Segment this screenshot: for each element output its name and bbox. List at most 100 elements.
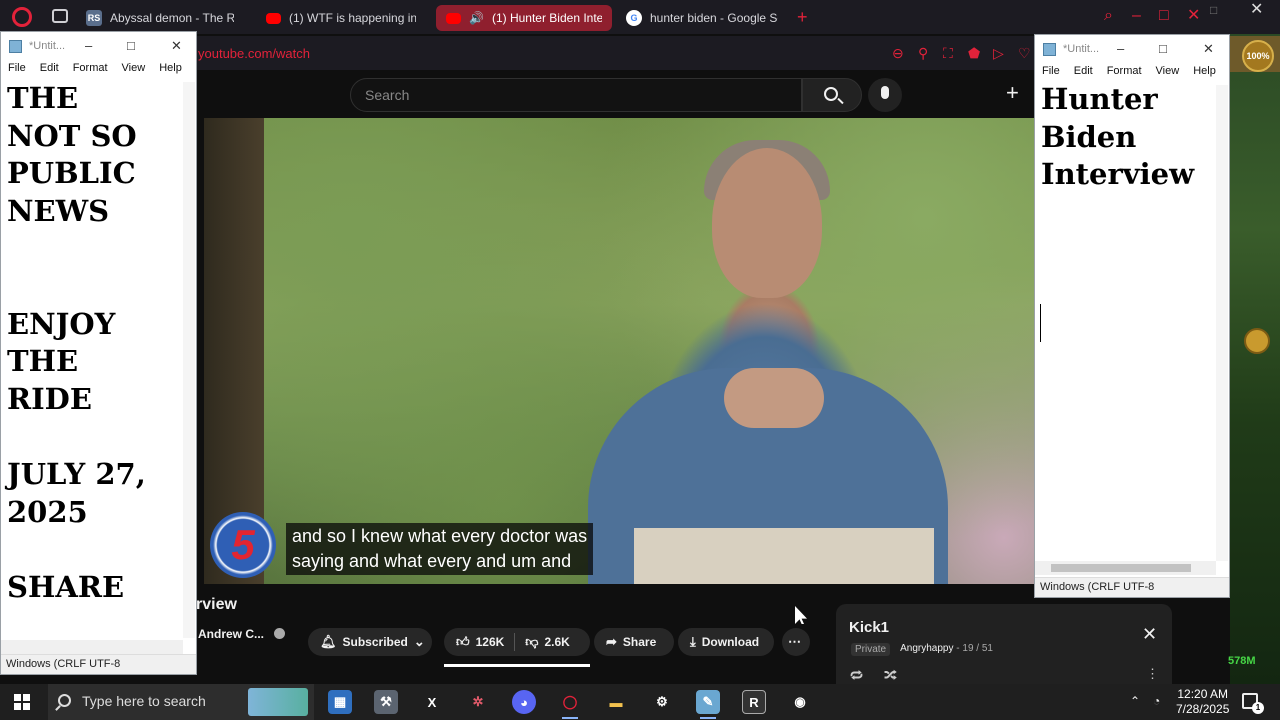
wifi-icon[interactable]: ◔	[1153, 694, 1160, 708]
zoom-out-icon[interactable]: ⊖	[892, 46, 904, 60]
like-count[interactable]: 126K	[476, 635, 505, 649]
playlist-title[interactable]: Kick1	[849, 619, 889, 636]
tray-chevron-up-icon[interactable]: ⌃	[1130, 694, 1140, 708]
calculator-app-icon[interactable]: ▦	[328, 690, 352, 714]
tab-youtube-hunter-biden[interactable]: 🔊 (1) Hunter Biden Interv	[436, 5, 612, 31]
youtube-search-input[interactable]: Search	[350, 78, 802, 112]
heart-icon[interactable]: ♡	[1018, 46, 1031, 60]
playlist-owner[interactable]: Angryhappy	[900, 643, 953, 654]
caption-line-2: saying and what every and um and	[292, 551, 572, 571]
notepad-right-horizontal-scrollbar[interactable]	[1035, 561, 1216, 575]
playlist-privacy: Private	[851, 643, 891, 656]
file-explorer-app-icon[interactable]: ▬	[604, 690, 628, 714]
notepad-app-icon[interactable]: ✎	[696, 690, 720, 719]
game-orb-icon[interactable]	[1244, 328, 1270, 354]
notepad-left-status: Windows (CRLF UTF-8	[1, 654, 196, 674]
notepad-left-titlebar: *Untit... – □ ✕	[1, 32, 196, 62]
xtool-app-icon[interactable]: X	[420, 690, 444, 714]
menu-format[interactable]: Format	[66, 62, 115, 82]
background-close-icon[interactable]: ✕	[1250, 2, 1263, 18]
opera-logo-icon[interactable]	[12, 7, 32, 27]
tab-manager-icon[interactable]	[52, 9, 68, 23]
windows-start-icon[interactable]	[14, 694, 30, 710]
youtube-favicon-icon	[446, 12, 461, 24]
pin-icon[interactable]: ⚲	[918, 46, 928, 60]
dislike-count[interactable]: 2.6K	[544, 635, 569, 649]
browser-maximize-icon[interactable]: □	[1159, 8, 1169, 24]
thumbs-up-icon[interactable]: 👍︎	[456, 634, 470, 650]
taskbar-search-box[interactable]: Type here to search	[48, 684, 314, 720]
settings-gear-icon[interactable]: ⚙	[650, 690, 674, 714]
close-icon[interactable]: ✕	[171, 38, 182, 54]
notepad-left-text[interactable]: THE NOT SO PUBLIC NEWS ENJOY THE RIDE JU…	[7, 80, 146, 606]
download-icon: ⤓	[690, 634, 696, 649]
opera-gx-app-icon[interactable]: ◯	[558, 690, 582, 719]
subscribed-button[interactable]: 🔔︎ Subscribed ⌄	[308, 628, 432, 656]
like-dislike-group: 👍︎ 126K 👎︎ 2.6K	[444, 628, 590, 656]
menu-edit[interactable]: Edit	[33, 62, 66, 82]
browser-search-icon[interactable]: ⌕	[1104, 8, 1113, 24]
snowflake-app-icon[interactable]: ✲	[466, 690, 490, 714]
address-bar: youtube.com/watch ⊖ ⚲ ⛶ ⬟ ▷ ♡	[196, 36, 1036, 70]
background-maximize-icon[interactable]: □	[1210, 2, 1217, 18]
create-plus-icon[interactable]: +	[1006, 80, 1019, 106]
taskbar-clock[interactable]: 12:20 AM 7/28/2025	[1176, 687, 1229, 717]
new-tab-plus-icon[interactable]: +	[797, 8, 808, 26]
download-button[interactable]: ⤓ Download	[678, 628, 774, 656]
tab-google-search[interactable]: G hunter biden - Google Sea	[616, 5, 788, 31]
notification-count-badge: 1	[1252, 702, 1264, 714]
minimize-icon[interactable]: –	[85, 38, 92, 53]
pocket-icon[interactable]: ⬟	[968, 46, 980, 60]
maximize-icon[interactable]: □	[127, 38, 135, 53]
shuffle-icon[interactable]: 🔀︎	[884, 666, 897, 685]
video-title: rview	[196, 596, 237, 613]
maximize-icon[interactable]: □	[1159, 41, 1167, 56]
notepad-window-right: *Untit... – □ ✕ File Edit Format View He…	[1034, 34, 1230, 598]
channel-name[interactable]: Andrew C...	[198, 627, 264, 641]
video-player[interactable]	[204, 118, 1034, 584]
like-ratio-bar	[444, 664, 590, 667]
obs-app-icon[interactable]: ◉	[788, 690, 812, 714]
playlist-panel: Kick1 Private Angryhappy - 19 / 51 ✕ 🔁︎ …	[836, 604, 1172, 684]
playlist-more-icon[interactable]: ⋮	[1146, 666, 1159, 682]
thumbs-down-icon[interactable]: 👎︎	[525, 634, 538, 650]
close-icon[interactable]: ✕	[1203, 41, 1214, 57]
discord-app-icon[interactable]: ◕	[512, 690, 536, 714]
share-button[interactable]: ➦ Share	[594, 628, 674, 656]
menu-file[interactable]: File	[1, 62, 33, 82]
runelite-app-icon[interactable]: R	[742, 690, 766, 714]
snapshot-icon[interactable]: ⛶	[943, 46, 953, 60]
loop-icon[interactable]: 🔁︎	[850, 666, 863, 685]
notepad-left-menubar: File Edit Format View Help	[1, 62, 196, 82]
playlist-close-icon[interactable]: ✕	[1142, 624, 1157, 645]
youtube-header: Search +	[196, 70, 1036, 118]
search-highlight-image	[248, 688, 308, 716]
notepad-left-vertical-scrollbar[interactable]	[183, 82, 195, 638]
address-url[interactable]: youtube.com/watch	[198, 46, 310, 61]
minimize-icon[interactable]: –	[1117, 41, 1124, 56]
menu-view[interactable]: View	[115, 62, 153, 82]
notepad-right-text[interactable]: Hunter Biden Interview	[1041, 81, 1194, 194]
browser-minimize-icon[interactable]: –	[1132, 8, 1141, 24]
youtube-favicon-icon	[266, 12, 281, 24]
share-arrow-icon: ➦	[606, 634, 617, 649]
notepad-left-horizontal-scrollbar[interactable]	[1, 640, 183, 654]
game-zoom-badge[interactable]: 100%	[1242, 40, 1274, 72]
notepad-window-left: *Untit... – □ ✕ File Edit Format View He…	[0, 31, 197, 675]
tab-runescape-wiki[interactable]: RS Abyssal demon - The Run	[76, 5, 244, 31]
video-caption: and so I knew what every doctor was sayi…	[286, 523, 594, 575]
google-favicon-icon: G	[626, 10, 642, 26]
tab-youtube-wtf[interactable]: (1) WTF is happening in th	[256, 5, 426, 31]
send-icon[interactable]: ▷	[993, 46, 1004, 60]
search-icon	[824, 87, 838, 101]
speaker-icon[interactable]: 🔊	[469, 11, 484, 25]
browser-close-icon[interactable]: ✕	[1187, 8, 1200, 24]
more-actions-button[interactable]: ⋯	[782, 628, 810, 656]
youtube-search-button[interactable]	[802, 78, 862, 112]
scrollbar-thumb[interactable]	[1051, 564, 1191, 572]
notepad-right-vertical-scrollbar[interactable]	[1216, 85, 1228, 561]
menu-help[interactable]: Help	[152, 62, 189, 82]
voice-search-mic-icon[interactable]	[868, 78, 902, 112]
tool-app-icon[interactable]: ⚒	[374, 690, 398, 714]
notepad-right-status: Windows (CRLF UTF-8	[1035, 577, 1229, 597]
